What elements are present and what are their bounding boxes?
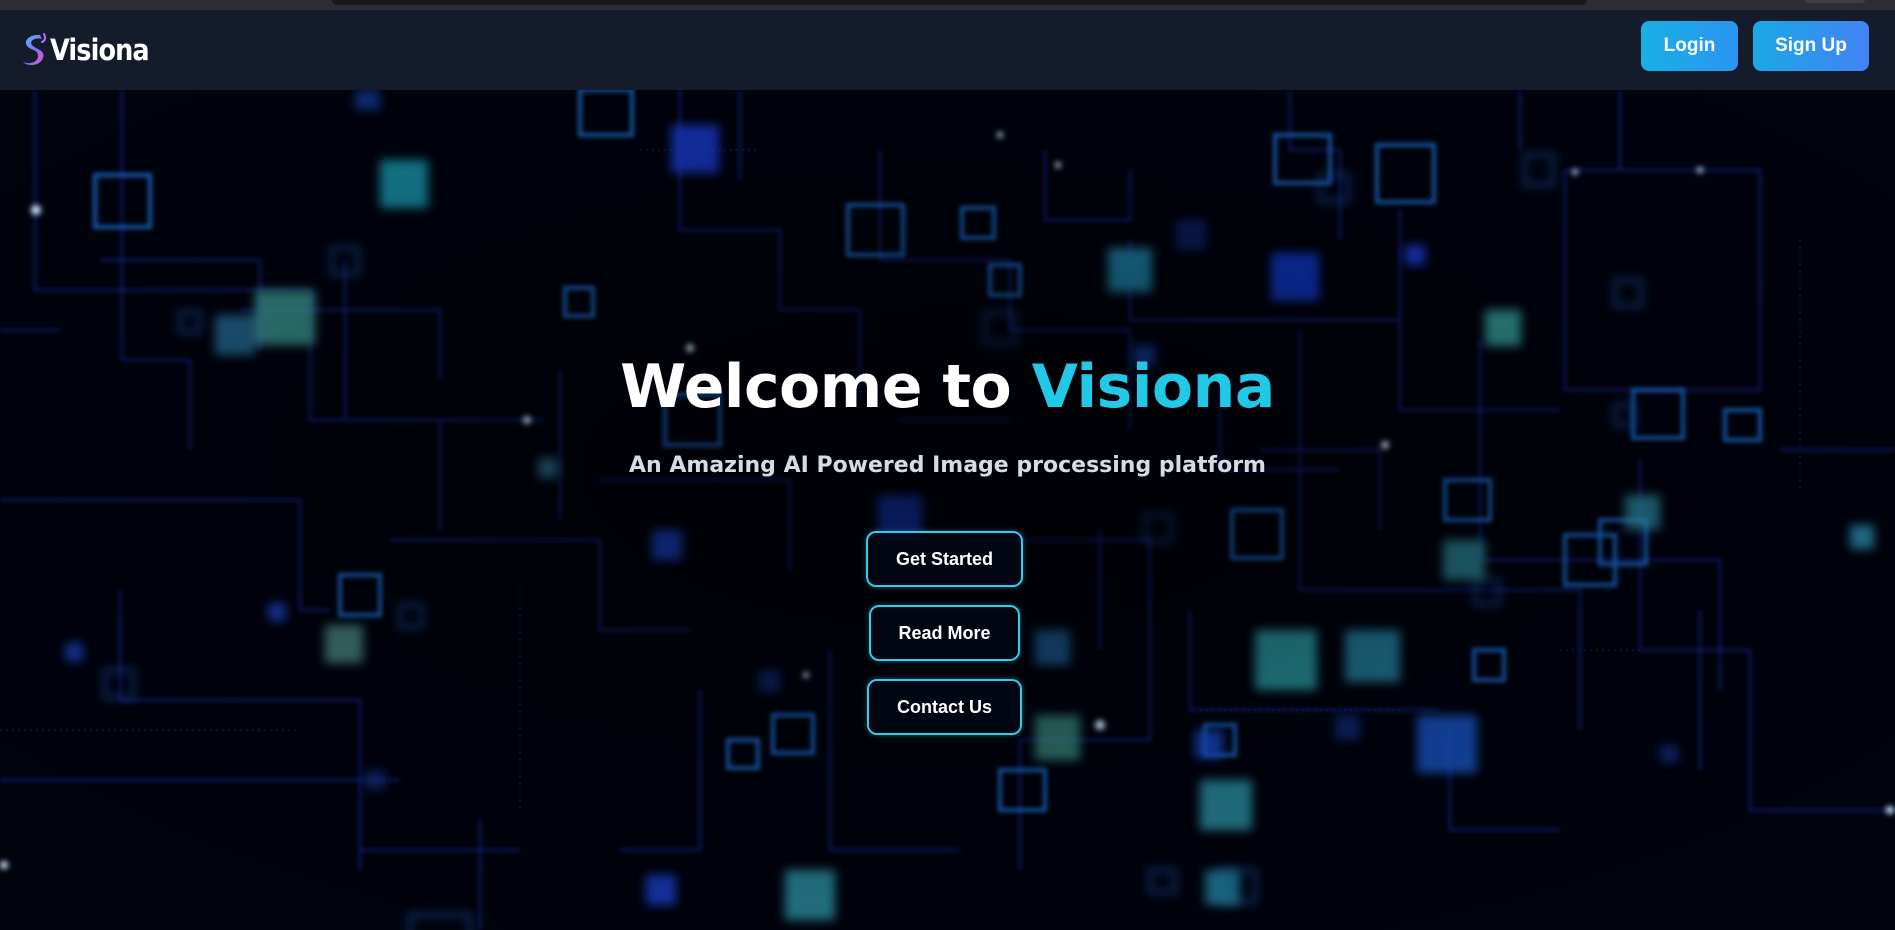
browser-top-strip [0,0,1895,10]
browser-tab-bar [332,0,1587,5]
hero-title: Welcome to Visiona [0,352,1895,422]
get-started-button[interactable]: Get Started [866,531,1023,587]
hero-title-prefix: Welcome to [620,352,1032,422]
hero-section: Welcome to Visiona An Amazing AI Powered… [0,90,1895,930]
brand-name: Visiona [50,33,150,67]
browser-control [1805,0,1865,3]
swirl-logo-icon [23,33,47,66]
contact-us-button[interactable]: Contact Us [867,679,1022,735]
hero-title-accent: Visiona [1031,352,1276,422]
landing-page: Visiona Login Sign Up Welcome to Visiona… [0,0,1895,930]
read-more-button[interactable]: Read More [869,605,1020,661]
login-button[interactable]: Login [1641,21,1738,71]
hero-subtitle: An Amazing AI Powered Image processing p… [629,453,1266,478]
brand-logo[interactable]: Visiona [18,30,162,70]
top-navbar: Visiona Login Sign Up [0,10,1895,90]
signup-button[interactable]: Sign Up [1753,21,1869,71]
